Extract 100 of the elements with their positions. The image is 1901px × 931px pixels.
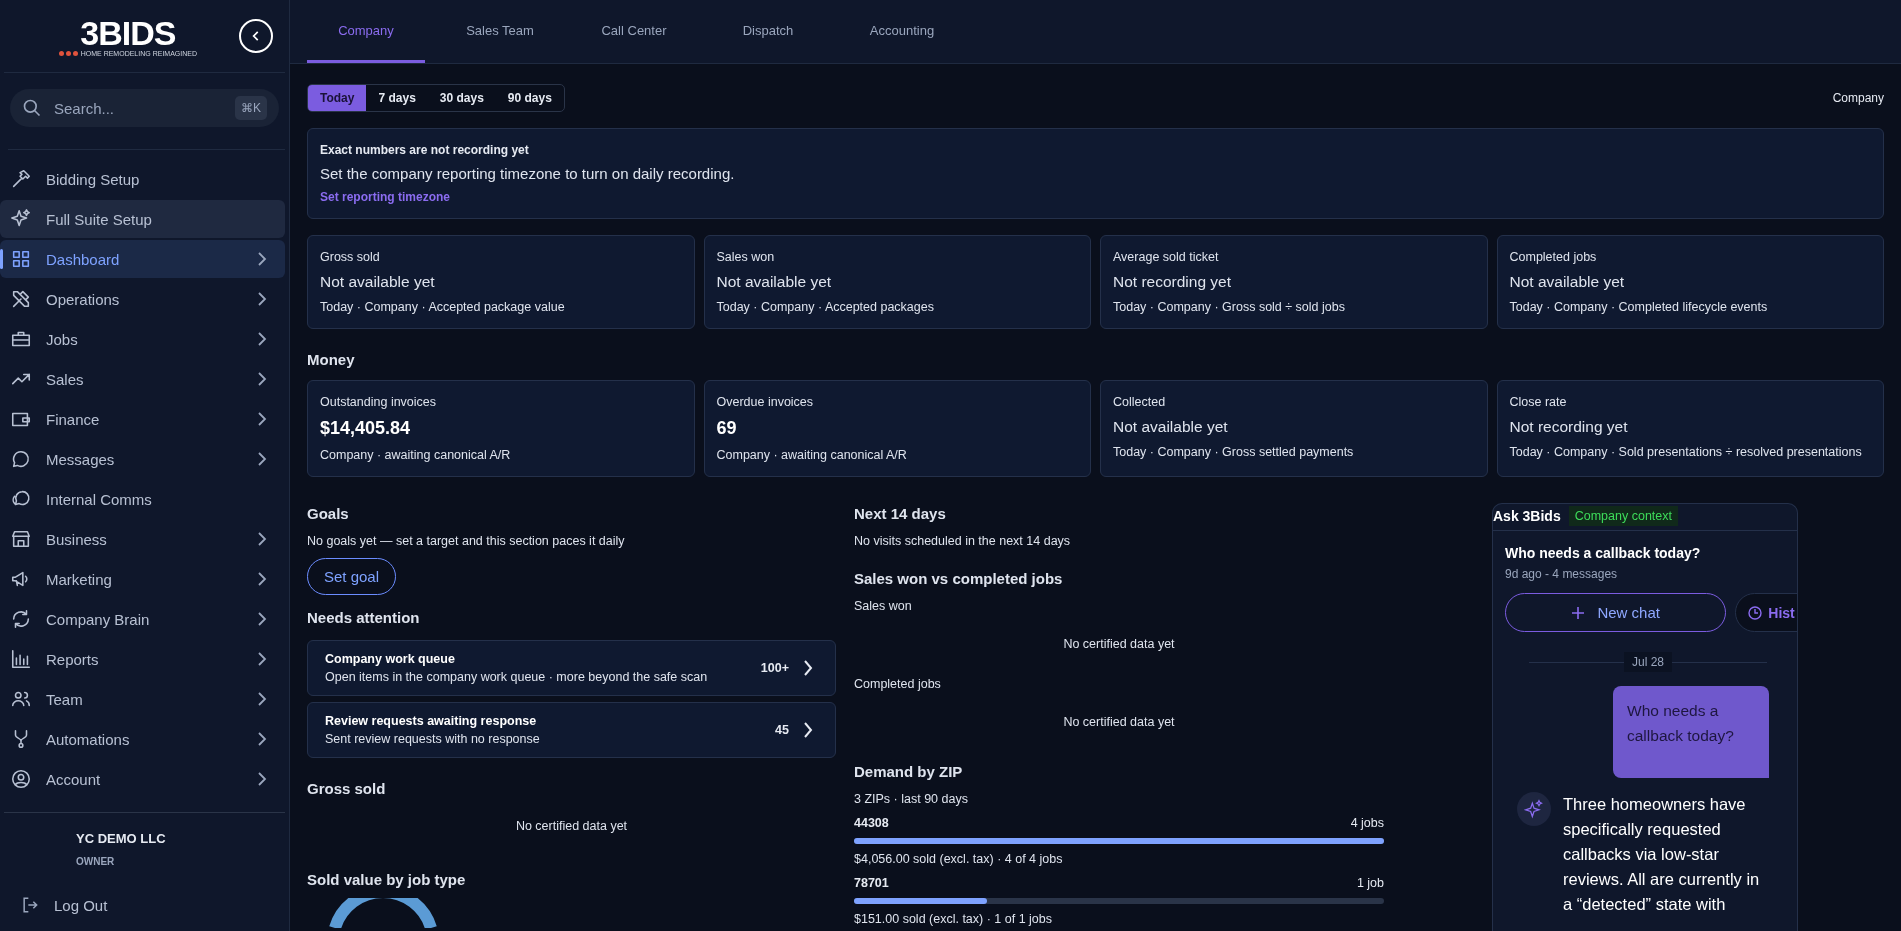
chevron-right-icon — [257, 612, 267, 626]
metric-value: $14,405.84 — [320, 418, 412, 439]
logout-button[interactable]: Log Out — [0, 895, 289, 915]
plus-icon — [1571, 605, 1586, 620]
sidebar-item[interactable]: Team — [0, 680, 285, 718]
panel-title: Ask 3Bids — [1493, 508, 1561, 524]
chat-bubble-icon — [10, 448, 32, 470]
section-heading: Needs attention — [307, 609, 420, 626]
attention-title: Review requests awaiting response — [325, 714, 538, 728]
sidebar-item[interactable]: Jobs — [0, 320, 285, 358]
clock-icon — [1748, 605, 1763, 620]
metric-label: Collected — [1113, 395, 1167, 409]
metric-note: Today · Company · Accepted packages — [716, 300, 935, 314]
sidebar-item[interactable]: Full Suite Setup — [0, 200, 285, 238]
sparkles-icon — [1524, 799, 1544, 819]
metric-value: Not available yet — [1509, 273, 1626, 291]
bar-chart-icon — [10, 648, 32, 670]
metric-label: Gross sold — [320, 250, 381, 264]
zip-detail: $151.00 sold (excl. tax) · 1 of 1 jobs — [854, 912, 1054, 926]
attention-count: 45 — [775, 723, 789, 737]
tab[interactable]: Company — [307, 0, 425, 63]
chevron-right-icon — [257, 412, 267, 426]
series-label: Completed jobs — [854, 677, 941, 691]
thread-title: Who needs a callback today? — [1505, 545, 1701, 561]
range-option[interactable]: 7 days — [366, 85, 428, 111]
notice-title: Exact numbers are not recording yet — [320, 143, 529, 157]
sidebar-item[interactable]: Sales — [0, 360, 285, 398]
attention-title: Company work queue — [325, 652, 456, 666]
logout-icon — [20, 895, 40, 915]
sidebar-item[interactable]: Company Brain — [0, 600, 285, 638]
search-icon — [22, 98, 42, 118]
attention-item[interactable]: Company work queue Open items in the company work queue · more beyond the safe scan 100+ — [307, 640, 836, 696]
metric-label: Outstanding invoices — [320, 395, 438, 409]
zip-jobs: 1 job — [1356, 876, 1384, 890]
shortcut-badge: ⌘K — [235, 96, 267, 120]
range-option[interactable]: 30 days — [427, 85, 496, 111]
zip-code: 78701 — [854, 876, 889, 890]
metric-label: Average sold ticket — [1113, 250, 1220, 264]
sidebar-item[interactable]: Operations — [0, 280, 285, 318]
sidebar-item[interactable]: Business — [0, 520, 285, 558]
metric-note: Today · Company · Gross sold ÷ sold jobs — [1113, 300, 1346, 314]
range-option[interactable]: 90 days — [495, 85, 564, 111]
sidebar-item[interactable]: Automations — [0, 720, 285, 758]
chevron-right-icon — [803, 722, 813, 738]
sidebar-item[interactable]: Messages — [0, 440, 285, 478]
refresh-icon — [10, 608, 32, 630]
tab[interactable]: Sales Team — [441, 0, 559, 63]
sidebar-item[interactable]: Marketing — [0, 560, 285, 598]
search-input[interactable]: Search... — [52, 89, 225, 127]
context-badge: Company context — [1568, 506, 1678, 526]
chevron-right-icon — [257, 572, 267, 586]
section-heading: Next 14 days — [854, 505, 946, 522]
section-heading: Gross sold — [307, 780, 386, 797]
metric-note: Company · awaiting canonical A/R — [320, 448, 512, 462]
chevron-right-icon — [257, 452, 267, 466]
company-name: YC DEMO LLC — [76, 831, 167, 846]
chevron-right-icon — [257, 532, 267, 546]
sidebar-item[interactable]: Finance — [0, 400, 285, 438]
attention-detail: Open items in the company work queue · more beyond the safe scan — [325, 670, 709, 684]
tab[interactable]: Dispatch — [709, 0, 827, 63]
metric-note: Today · Company · Accepted package value — [320, 300, 566, 314]
metric-label: Sales won — [716, 250, 776, 264]
sidebar-item[interactable]: Bidding Setup — [0, 160, 285, 198]
metric-value: Not available yet — [320, 273, 436, 291]
section-heading: Sales won vs completed jobs — [854, 570, 1063, 587]
grid-icon — [10, 248, 32, 270]
tab[interactable]: Call Center — [575, 0, 693, 63]
sidebar-item[interactable]: Internal Comms — [0, 480, 285, 518]
series-label: Sales won — [854, 599, 912, 613]
sidebar-item[interactable]: Dashboard — [0, 240, 285, 278]
zip-jobs: 4 jobs — [1350, 816, 1384, 830]
metric-value: Not available yet — [716, 273, 833, 291]
hammer-icon — [10, 168, 32, 190]
metric-value: Not recording yet — [1113, 273, 1233, 291]
metric-value: 69 — [716, 418, 738, 439]
search-field[interactable]: Search... ⌘K — [10, 89, 279, 127]
metric-value: Not recording yet — [1509, 418, 1629, 436]
attention-count: 100+ — [760, 661, 789, 675]
chevron-right-icon — [257, 252, 267, 266]
thread-meta: 9d ago - 4 messages — [1505, 567, 1618, 581]
sidebar-item[interactable]: Reports — [0, 640, 285, 678]
sidebar-item[interactable]: Account — [0, 760, 285, 798]
collapse-button[interactable] — [239, 19, 273, 53]
history-button[interactable]: Hist — [1735, 593, 1797, 632]
metric-label: Overdue invoices — [716, 395, 815, 409]
scope-label: Company — [1832, 91, 1884, 105]
section-heading: Money — [307, 351, 356, 368]
range-option[interactable]: Today — [308, 85, 367, 111]
attention-detail: Sent review requests with no response — [325, 732, 541, 746]
section-heading: Demand by ZIP — [854, 763, 963, 780]
attention-item[interactable]: Review requests awaiting response Sent review requests with no response 45 — [307, 702, 836, 758]
chevron-right-icon — [803, 660, 813, 676]
chevron-right-icon — [257, 332, 267, 346]
empty-state: No certified data yet — [1063, 715, 1175, 729]
chevron-right-icon — [257, 732, 267, 746]
tab[interactable]: Accounting — [843, 0, 961, 63]
metric-note: Today · Company · Gross settled payments — [1113, 445, 1355, 459]
metric-label: Close rate — [1509, 395, 1568, 409]
timezone-link[interactable]: Set reporting timezone — [320, 190, 450, 204]
metric-note: Today · Company · Sold presentations ÷ resolved presentations — [1509, 445, 1863, 459]
